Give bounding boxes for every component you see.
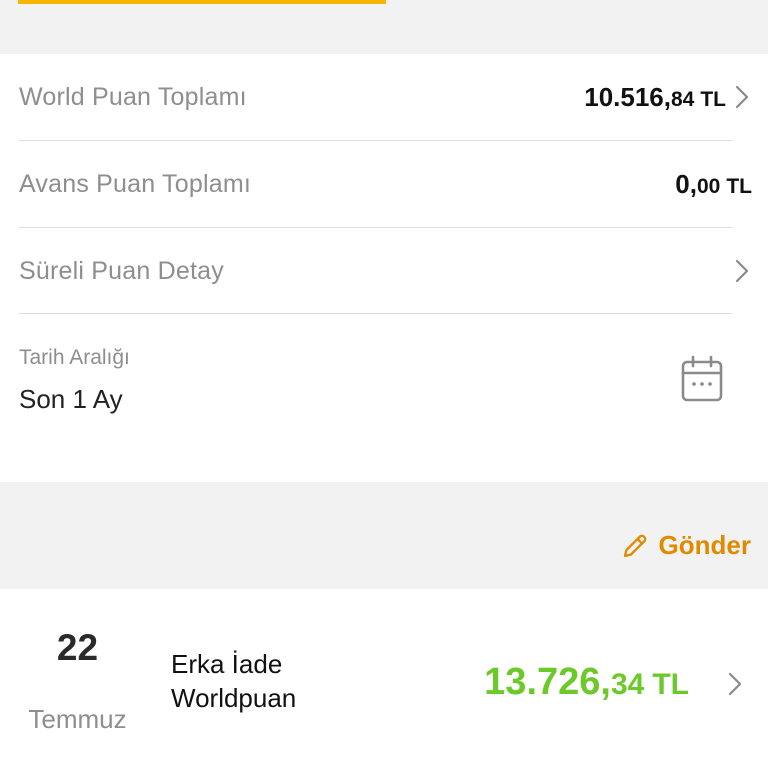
pencil-icon xyxy=(623,534,646,557)
world-points-value-group: 10.516,84 TL xyxy=(584,82,752,113)
divider xyxy=(19,313,732,314)
advance-points-currency: TL xyxy=(726,174,752,198)
date-range-selector[interactable]: Tarih Aralığı Son 1 Ay xyxy=(0,316,768,482)
transaction-amount-integer: 13.726, xyxy=(484,661,611,703)
world-points-amount: 10.516,84 TL xyxy=(584,82,726,113)
world-points-row[interactable]: World Puan Toplamı 10.516,84 TL xyxy=(0,54,768,140)
top-tab-bar xyxy=(0,0,768,54)
world-points-amount-integer: 10.516, xyxy=(584,81,671,112)
advance-points-amount-integer: 0, xyxy=(675,168,697,199)
transaction-month: Temmuz xyxy=(28,704,127,734)
advance-points-amount: 0,00 TL xyxy=(675,169,752,200)
points-summary-page: World Puan Toplamı 10.516,84 TL Avans Pua… xyxy=(0,0,768,768)
advance-points-row: Avans Puan Toplamı 0,00 TL xyxy=(0,141,768,227)
transaction-day: 22 xyxy=(56,627,99,668)
chevron-right-icon xyxy=(732,259,752,283)
transaction-row[interactable]: 22 Temmuz Erka İade Worldpuan 13.726,34 T… xyxy=(0,589,768,768)
calendar-icon[interactable] xyxy=(680,354,724,404)
send-button[interactable]: Gönder xyxy=(621,530,751,561)
actions-band: Gönder xyxy=(0,482,768,589)
date-range-label: Tarih Aralığı xyxy=(19,346,130,369)
timed-points-detail-row[interactable]: Süreli Puan Detay xyxy=(0,228,768,314)
transaction-description: Erka İade Worldpuan xyxy=(171,647,411,715)
world-points-currency: TL xyxy=(700,87,726,111)
world-points-amount-decimal: 84 xyxy=(670,87,695,111)
transaction-description-line1: Erka İade xyxy=(171,649,283,679)
timed-points-label: Süreli Puan Detay xyxy=(19,256,224,285)
transaction-amount: 13.726,34 TL xyxy=(484,661,689,704)
active-tab-indicator xyxy=(18,0,386,4)
world-points-label: World Puan Toplamı xyxy=(19,82,247,111)
chevron-right-icon xyxy=(727,671,747,697)
transaction-currency: TL xyxy=(652,668,689,701)
send-button-label: Gönder xyxy=(658,530,751,560)
transaction-description-line2: Worldpuan xyxy=(171,683,297,713)
chevron-right-icon xyxy=(732,85,752,109)
advance-points-label: Avans Puan Toplamı xyxy=(19,169,251,198)
advance-points-value-group: 0,00 TL xyxy=(675,169,752,200)
advance-points-amount-decimal: 00 xyxy=(696,174,721,198)
transaction-amount-decimal: 34 xyxy=(610,668,645,701)
date-range-value: Son 1 Ay xyxy=(19,384,123,414)
